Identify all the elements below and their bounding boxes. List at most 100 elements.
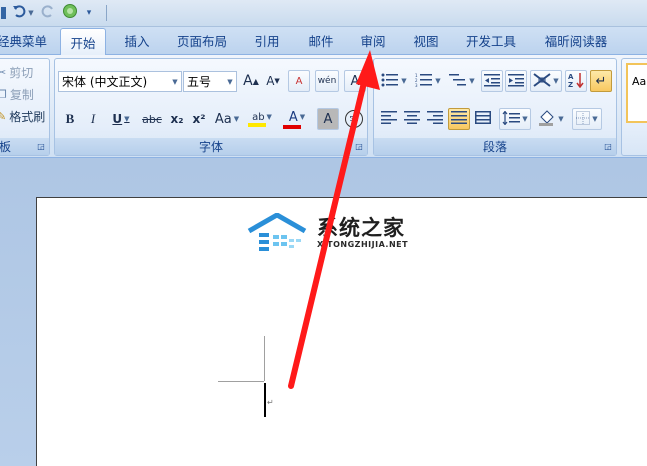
tab-review[interactable]: 审阅 xyxy=(352,27,394,54)
paragraph-mark-icon: ↵ xyxy=(595,73,607,89)
align-right-button[interactable] xyxy=(424,108,446,130)
sort-button[interactable]: AZ xyxy=(565,70,587,92)
clear-formatting-button[interactable]: A xyxy=(288,70,310,92)
numbering-button[interactable]: 123 ▼ xyxy=(412,70,444,92)
increase-indent-icon xyxy=(508,73,524,90)
distributed-align-button[interactable] xyxy=(472,108,494,130)
align-left-button[interactable] xyxy=(378,108,400,130)
cut-label: 剪切 xyxy=(9,65,34,80)
paintbrush-icon: ✎ xyxy=(0,109,7,123)
margin-corner-mark-horizontal xyxy=(218,381,264,382)
underline-button[interactable]: U ▼ xyxy=(106,108,136,130)
subscript-button[interactable]: x₂ xyxy=(167,108,187,130)
bold-button[interactable]: B xyxy=(59,108,81,130)
cut-button[interactable]: ✂ 剪切 xyxy=(0,63,33,81)
justify-button[interactable] xyxy=(448,108,470,130)
document-page[interactable]: 系统之家 XITONGZHIJIA.NET ↵ xyxy=(36,197,647,466)
style-preview-text: Aa xyxy=(632,75,647,88)
character-border-button[interactable]: A xyxy=(344,70,366,92)
highlight-label: ab xyxy=(252,111,265,123)
chevron-down-icon: ▼ xyxy=(592,115,598,123)
clipboard-dialog-launcher-icon[interactable]: ◲ xyxy=(36,142,46,152)
chevron-down-icon: ▼ xyxy=(28,9,34,17)
redo-icon xyxy=(41,4,55,22)
svg-text:Z: Z xyxy=(568,81,573,88)
ribbon: ✂ 剪切 ❐ 复制 ✎ 格式刷 板 ◲ 宋体 (中文正文) ▼ 五号 ▼ A ▲ … xyxy=(0,54,647,158)
paragraph-dialog-launcher-icon[interactable]: ◲ xyxy=(603,142,613,152)
tab-classic-menu[interactable]: 经典菜单 xyxy=(0,27,48,54)
format-painter-button[interactable]: ✎ 格式刷 xyxy=(0,107,45,125)
grow-font-button[interactable]: A ▲ xyxy=(241,70,261,92)
character-shading-button[interactable]: A xyxy=(317,108,339,130)
change-case-icon: Aa xyxy=(214,111,232,127)
site-watermark-logo: 系统之家 XITONGZHIJIA.NET xyxy=(245,207,415,259)
tab-foxit-reader[interactable]: 福昕阅读器 xyxy=(536,27,616,54)
tab-page-layout[interactable]: 页面布局 xyxy=(170,27,234,54)
increase-indent-button[interactable] xyxy=(505,70,527,92)
font-size-combo[interactable]: 五号 ▼ xyxy=(183,71,237,92)
superscript-button[interactable]: x² xyxy=(189,108,209,130)
text-cursor xyxy=(264,383,266,417)
chevron-down-icon: ▼ xyxy=(558,115,564,123)
tab-developer[interactable]: 开发工具 xyxy=(458,27,524,54)
font-name-combo[interactable]: 宋体 (中文正文) ▼ xyxy=(58,71,182,92)
ribbon-tab-bar: 经典菜单 开始 插入 页面布局 引用 邮件 审阅 视图 开发工具 福昕阅读器 xyxy=(0,27,647,55)
change-case-button[interactable]: Aa ▼ xyxy=(212,108,242,130)
borders-button[interactable]: ▼ xyxy=(572,108,602,130)
tab-mailings[interactable]: 邮件 xyxy=(300,27,342,54)
redo-button[interactable] xyxy=(40,4,56,22)
tab-references[interactable]: 引用 xyxy=(246,27,288,54)
highlight-pen-icon: ab ▼ xyxy=(252,112,272,123)
numbered-list-icon: 123 xyxy=(415,73,433,90)
quick-access-toolbar: ▼ ▾ xyxy=(0,0,647,27)
line-spacing-button[interactable]: ▼ xyxy=(499,108,531,130)
repeat-button[interactable] xyxy=(60,4,80,22)
text-highlight-button[interactable]: ab ▼ xyxy=(245,108,279,130)
underline-icon: U xyxy=(112,112,123,126)
tab-insert[interactable]: 插入 xyxy=(116,27,158,54)
show-paragraph-marks-button[interactable]: ↵ xyxy=(590,70,612,92)
font-color-icon: A ▼ xyxy=(289,110,305,125)
tab-home[interactable]: 开始 xyxy=(60,28,106,55)
scissors-icon: ✂ xyxy=(0,65,7,79)
chinese-layout-button[interactable]: ▼ xyxy=(530,70,562,92)
decrease-indent-button[interactable] xyxy=(481,70,503,92)
grow-font-icon: ▲ xyxy=(252,76,259,86)
undo-icon xyxy=(12,4,26,22)
undo-button[interactable]: ▼ xyxy=(10,4,36,22)
strikethrough-button[interactable]: abc xyxy=(139,108,165,130)
italic-icon: I xyxy=(90,111,96,126)
clipboard-group: ✂ 剪切 ❐ 复制 ✎ 格式刷 板 ◲ xyxy=(0,58,50,156)
paragraph-group-label: 段落 xyxy=(374,138,616,155)
font-name-value: 宋体 (中文正文) xyxy=(62,75,148,89)
tab-view[interactable]: 视图 xyxy=(405,27,447,54)
customize-toolbar-button[interactable]: ▾ xyxy=(82,4,96,22)
chinese-layout-icon xyxy=(533,72,551,90)
bullets-button[interactable]: ▼ xyxy=(378,70,410,92)
multilevel-list-button[interactable]: ▼ xyxy=(446,70,478,92)
font-color-button[interactable]: A ▼ xyxy=(281,108,313,130)
italic-button[interactable]: I xyxy=(82,108,104,130)
shading-button[interactable]: ▼ xyxy=(534,108,568,130)
enclose-characters-label: 字 xyxy=(349,115,359,126)
line-spacing-icon xyxy=(502,110,521,128)
style-preview-normal[interactable]: Aa xyxy=(626,63,647,123)
decrease-indent-icon xyxy=(484,73,500,90)
strikethrough-icon: abc xyxy=(142,112,162,126)
bullet-list-icon xyxy=(381,73,399,90)
house-logo-icon xyxy=(247,213,307,251)
grow-font-label: A xyxy=(243,73,253,89)
enclose-characters-button[interactable]: 字 xyxy=(343,108,365,130)
save-icon[interactable] xyxy=(0,4,8,22)
align-center-icon xyxy=(404,111,420,127)
font-dialog-launcher-icon[interactable]: ◲ xyxy=(354,142,364,152)
phonetic-guide-button[interactable]: wén xyxy=(315,70,339,92)
shrink-font-button[interactable]: A ▼ xyxy=(263,70,283,92)
chevron-down-icon: ▼ xyxy=(435,77,441,85)
align-center-button[interactable] xyxy=(401,108,423,130)
copy-button[interactable]: ❐ 复制 xyxy=(0,85,34,103)
repeat-icon xyxy=(62,3,78,23)
font-group: 宋体 (中文正文) ▼ 五号 ▼ A▲ A▼ A wén A B I U▼ xyxy=(54,58,368,156)
margin-corner-mark-vertical xyxy=(264,336,265,381)
paragraph-group-title: 段落 xyxy=(482,140,507,154)
